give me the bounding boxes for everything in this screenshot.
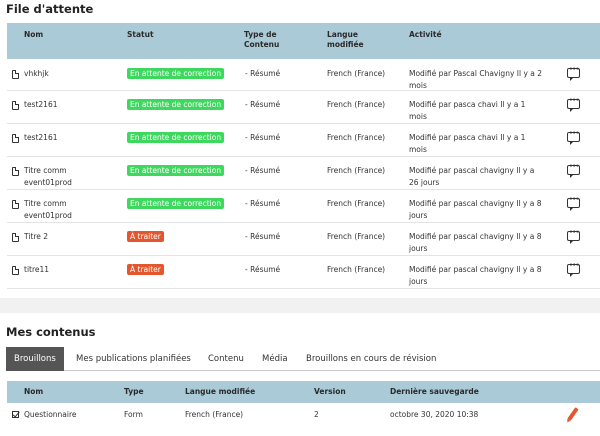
tab-publications-planifiees[interactable]: Mes publications planifiées xyxy=(68,347,199,371)
col-header-activity: Activité xyxy=(409,30,442,39)
content-type: - Résumé xyxy=(245,69,281,78)
document-icon xyxy=(12,200,19,209)
tab-brouillons[interactable]: Brouillons xyxy=(6,347,64,371)
comment-icon[interactable] xyxy=(567,64,580,81)
table-row[interactable]: test2161 En attente de correction - Résumé… xyxy=(7,91,600,124)
col-header-lang: Langue modifiée xyxy=(327,30,364,49)
activity-text: Modifié par pascal chavigny Il y a 8 jou… xyxy=(409,265,542,286)
draft-version: 2 xyxy=(314,410,319,419)
tab-contenu[interactable]: Contenu xyxy=(200,347,252,371)
comment-icon[interactable] xyxy=(567,260,580,277)
comment-icon[interactable] xyxy=(567,194,580,211)
activity-text: Modifié par pascal chavigny Il y a 8 jou… xyxy=(409,232,542,253)
activity-text: Modifié par pascal chavigny Il y a 8 jou… xyxy=(409,199,542,220)
table-row[interactable]: Questionnaire Form French (France) 2 oct… xyxy=(7,403,600,428)
col-header-name: Nom xyxy=(24,387,44,396)
item-name[interactable]: titre11 xyxy=(24,264,49,276)
col-header-lang: Langue modifiée xyxy=(185,387,256,396)
language: French (France) xyxy=(327,133,386,142)
activity-text: Modifié par pascal chavigny Il y a 26 jo… xyxy=(409,166,535,187)
col-header-type: Type de Contenu xyxy=(244,30,280,49)
activity-text: Modifié par pasca chavi Il y a 1 mois xyxy=(409,100,526,121)
item-name[interactable]: Titre comm event01prod xyxy=(24,198,72,222)
activity-text: Modifié par pasca chavi Il y a 1 mois xyxy=(409,133,526,154)
col-header-version: Version xyxy=(314,387,346,396)
col-header-status: Statut xyxy=(127,30,154,39)
document-icon xyxy=(12,70,19,79)
item-name[interactable]: Titre 2 xyxy=(24,231,48,243)
comment-icon[interactable] xyxy=(567,161,580,178)
content-type: - Résumé xyxy=(245,232,281,241)
comment-icon[interactable] xyxy=(567,227,580,244)
tab-brouillons-revision[interactable]: Brouillons en cours de révision xyxy=(298,347,444,371)
language: French (France) xyxy=(327,265,386,274)
table-row[interactable]: test2161 En attente de correction - Résumé… xyxy=(7,124,600,157)
content-type: - Résumé xyxy=(245,265,281,274)
comment-icon[interactable] xyxy=(567,128,580,145)
content-type: - Résumé xyxy=(245,199,281,208)
pencil-icon[interactable] xyxy=(567,407,579,421)
document-icon xyxy=(12,233,19,242)
table-row[interactable]: Titre comm event01prod En attente de corr… xyxy=(7,157,600,190)
tab-media[interactable]: Média xyxy=(254,347,296,371)
item-name[interactable]: test2161 xyxy=(24,132,58,144)
item-name[interactable]: Titre comm event01prod xyxy=(24,165,72,189)
item-name[interactable]: vhkhjk xyxy=(24,68,49,80)
table-row[interactable]: Titre comm event01prod En attente de corr… xyxy=(7,190,600,223)
status-badge: À traiter xyxy=(127,231,164,242)
queue-title: File d'attente xyxy=(6,2,94,16)
language: French (France) xyxy=(327,232,386,241)
language: French (France) xyxy=(327,100,386,109)
document-icon xyxy=(12,266,19,275)
status-badge: En attente de correction xyxy=(127,132,225,143)
queue-table-header: Nom Statut Type de Contenu Langue modifi… xyxy=(7,23,600,59)
status-badge: À traiter xyxy=(127,264,164,275)
section-divider xyxy=(0,298,600,313)
language: French (France) xyxy=(327,199,386,208)
col-header-type: Type xyxy=(124,387,144,396)
document-icon xyxy=(12,101,19,110)
table-row[interactable]: titre11 À traiter - Résumé French (France) M… xyxy=(7,256,600,289)
draft-lang: French (France) xyxy=(185,410,244,419)
col-header-last-saved: Dernière sauvegarde xyxy=(390,387,479,396)
comment-icon[interactable] xyxy=(567,95,580,112)
content-type: - Résumé xyxy=(245,100,281,109)
draft-saved: octobre 30, 2020 10:38 xyxy=(390,410,479,419)
contents-title: Mes contenus xyxy=(6,325,96,339)
table-row[interactable]: vhkhjk En attente de correction - Résumé Fr… xyxy=(7,60,600,91)
checkbox-icon[interactable] xyxy=(12,411,19,418)
draft-type: Form xyxy=(124,410,143,419)
activity-text: Modifié par Pascal Chavigny Il y a 2 moi… xyxy=(409,69,543,90)
status-badge: En attente de correction xyxy=(127,198,225,209)
content-type: - Résumé xyxy=(245,133,281,142)
status-badge: En attente de correction xyxy=(127,99,225,110)
drafts-table-header: Nom Type Langue modifiée Version Dernièr… xyxy=(7,381,600,403)
content-type: - Résumé xyxy=(245,166,281,175)
item-name[interactable]: test2161 xyxy=(24,99,58,111)
status-badge: En attente de correction xyxy=(127,165,225,176)
document-icon xyxy=(12,134,19,143)
language: French (France) xyxy=(327,166,386,175)
status-badge: En attente de correction xyxy=(127,68,225,79)
table-row[interactable]: Titre 2 À traiter - Résumé French (France) M… xyxy=(7,223,600,256)
document-icon xyxy=(12,167,19,176)
content-tabs: Brouillons Mes publications planifiées C… xyxy=(6,347,600,371)
language: French (France) xyxy=(327,69,386,78)
draft-name[interactable]: Questionnaire xyxy=(24,410,77,419)
col-header-name: Nom xyxy=(24,30,44,39)
